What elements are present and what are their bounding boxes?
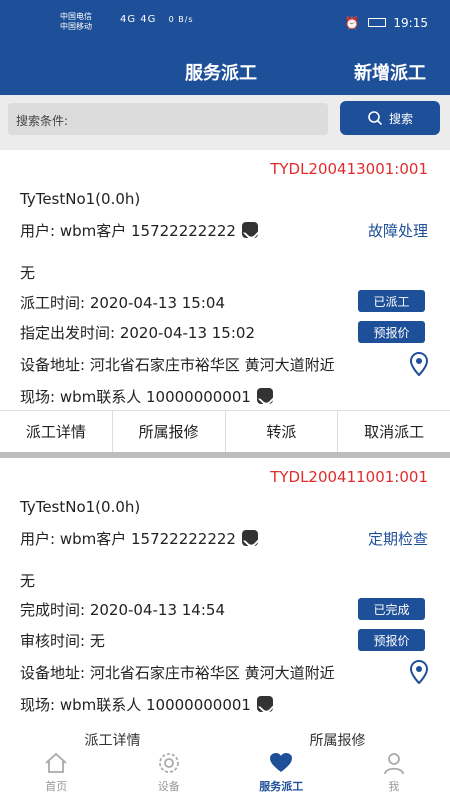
order-time2: 指定出发时间: 2020-04-13 15:02 [20,324,255,342]
dispatch-detail-button[interactable]: 派工详情 [0,720,225,746]
search-input[interactable]: 搜索条件: [8,103,328,135]
location-pin-icon[interactable] [410,660,428,684]
search-icon [368,111,383,126]
home-icon [45,752,67,773]
dispatch-detail-button[interactable]: 派工详情 [0,411,113,452]
person-icon [383,753,404,775]
phone-icon[interactable] [241,222,258,238]
gear-icon [158,753,179,773]
status-badge: 已派工 [358,290,425,312]
order-title: TyTestNo1(0.0h) [20,190,141,208]
search-button-label: 搜索 [388,111,413,126]
order-user: 用户: wbm客户 15722222222 [20,530,236,548]
order-time2: 审核时间: 无 [20,632,105,650]
order-user-row: 用户: wbm客户 15722222222 [20,528,258,549]
search-bar: 搜索条件: 搜索 [0,95,450,150]
location-pin-icon[interactable] [410,352,428,376]
phone-icon[interactable] [241,530,258,546]
tab-label: 服务派工 [259,780,304,793]
order-contact: 现场: wbm联系人 10000000001 [20,696,251,714]
clock: 19:15 [393,16,428,30]
cancel-dispatch-button[interactable]: 取消派工 [338,411,450,452]
order-desc: 无 [20,264,36,282]
order-desc: 无 [20,572,36,590]
carrier-info: 中国电信 中国移动 [60,12,92,32]
order-contact-row: 现场: wbm联系人 10000000001 [20,386,273,407]
order-code: TYDL200411001:001 [270,468,428,486]
net-speed: 0 B/s [168,15,194,24]
order-card[interactable]: TYDL200411001:001 TyTestNo1(0.0h) 用户: wb… [0,458,450,720]
tab-label: 首页 [45,780,68,793]
status-right: ⏰ 19:15 [345,16,428,30]
order-time1: 派工时间: 2020-04-13 15:04 [20,294,225,312]
quote-badge[interactable]: 预报价 [358,629,425,651]
order-address: 设备地址: 河北省石家庄市裕华区 黄河大道附近 [20,664,335,682]
related-repair-button[interactable]: 所属报修 [113,411,226,452]
status-badge: 已完成 [358,598,425,620]
order-contact-row: 现场: wbm联系人 10000000001 [20,694,273,715]
order-code: TYDL200413001:001 [270,160,428,178]
order-user-row: 用户: wbm客户 15722222222 [20,220,258,241]
carrier-1: 中国电信 [60,12,92,21]
network-info: 4G 4G 0 B/s [120,14,194,25]
tab-me[interactable]: 我 [338,746,450,800]
status-bar: 中国电信 中国移动 4G 4G 0 B/s ⏰ 19:15 [0,0,450,45]
order-time1: 完成时间: 2020-04-13 14:54 [20,601,225,619]
service-type: 故障处理 [367,222,428,240]
tab-label: 我 [388,780,400,793]
order-address: 设备地址: 河北省石家庄市裕华区 黄河大道附近 [20,356,335,374]
heart-icon [270,753,293,772]
nav-bar: 服务派工 新增派工 [0,45,450,95]
signal-label: 4G 4G [120,14,157,25]
add-dispatch-button[interactable]: 新增派工 [354,59,426,85]
order-contact: 现场: wbm联系人 10000000001 [20,388,251,406]
page-title: 服务派工 [185,63,257,84]
service-type: 定期检查 [367,530,428,548]
order-user: 用户: wbm客户 15722222222 [20,222,236,240]
tab-home[interactable]: 首页 [0,746,113,800]
carrier-2: 中国移动 [60,22,92,31]
tab-device[interactable]: 设备 [113,746,226,800]
phone-icon[interactable] [256,388,273,404]
bottom-tab-bar: 首页 设备 服务派工 我 [0,746,450,800]
order-actions: 派工详情 所属报修 [0,720,450,746]
transfer-button[interactable]: 转派 [226,411,339,452]
phone-icon[interactable] [256,696,273,712]
order-title: TyTestNo1(0.0h) [20,498,141,516]
alarm-icon: ⏰ [344,16,360,30]
quote-badge[interactable]: 预报价 [358,321,425,343]
tab-label: 设备 [157,780,180,793]
search-button[interactable]: 搜索 [340,101,440,135]
order-actions: 派工详情 所属报修 转派 取消派工 [0,410,450,452]
order-card[interactable]: TYDL200413001:001 TyTestNo1(0.0h) 用户: wb… [0,150,450,452]
tab-service-dispatch[interactable]: 服务派工 [225,746,338,800]
battery-icon [367,18,386,27]
related-repair-button[interactable]: 所属报修 [225,720,450,746]
